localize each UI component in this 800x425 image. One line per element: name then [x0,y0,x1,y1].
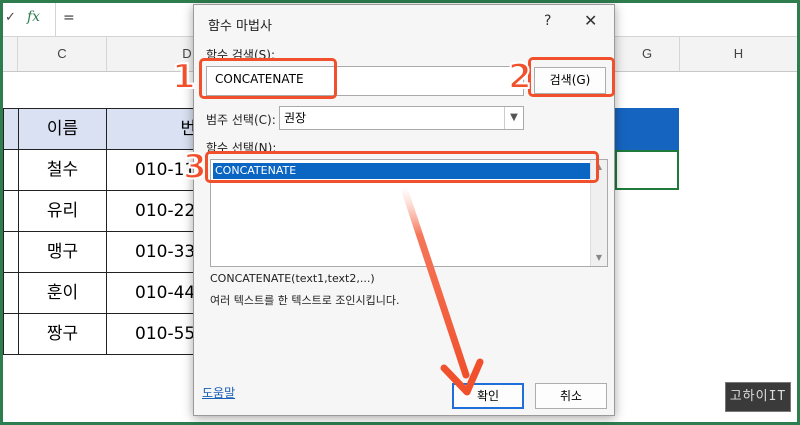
annotation-arrow-icon [400,184,484,396]
